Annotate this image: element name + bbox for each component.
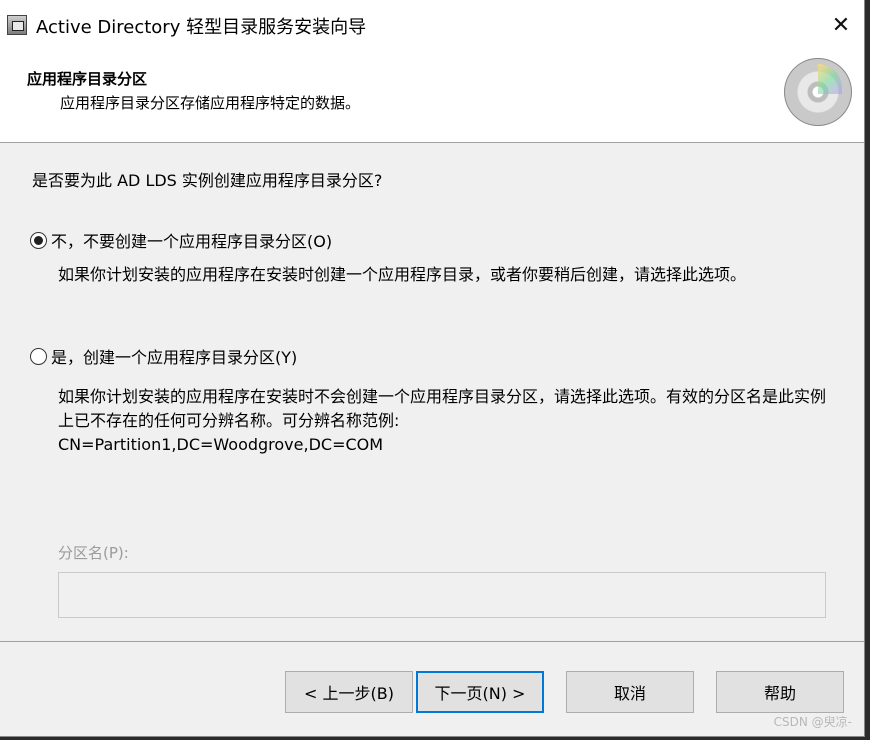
example-dn: CN=Partition1,DC=Woodgrove,DC=COM: [58, 435, 384, 454]
next-button[interactable]: 下一页(N) >: [416, 671, 544, 713]
back-button[interactable]: < 上一步(B): [285, 671, 413, 713]
radio-button-unchecked-icon[interactable]: [30, 347, 47, 365]
page-subtitle: 应用程序目录分区存储应用程序特定的数据。: [60, 94, 361, 112]
radio-button-checked-icon[interactable]: [30, 231, 47, 249]
close-button[interactable]: ✕: [818, 0, 864, 50]
radio-create-partition[interactable]: 是，创建一个应用程序目录分区(Y): [30, 344, 297, 368]
partition-name-label: 分区名(P):: [58, 544, 129, 562]
radio-no-partition-label[interactable]: 不，不要创建一个应用程序目录分区(O): [51, 228, 332, 252]
radio-no-partition[interactable]: 不，不要创建一个应用程序目录分区(O): [30, 228, 332, 252]
wizard-window: Active Directory 轻型目录服务安装向导 ✕ 应用程序目录分区 应…: [0, 0, 865, 737]
radio-create-partition-label[interactable]: 是，创建一个应用程序目录分区(Y): [51, 344, 297, 368]
partition-name-input[interactable]: [58, 572, 826, 618]
cancel-button[interactable]: 取消: [566, 671, 694, 713]
help-button[interactable]: 帮助: [716, 671, 844, 713]
wizard-header: 应用程序目录分区 应用程序目录分区存储应用程序特定的数据。: [0, 50, 864, 143]
close-icon: ✕: [831, 12, 851, 38]
app-window-icon: [7, 15, 27, 35]
watermark-text: CSDN @臾凉-: [773, 715, 852, 729]
page-title: 应用程序目录分区: [27, 70, 148, 88]
option-no-description: 如果你计划安装的应用程序在安装时创建一个应用程序目录，或者你要稍后创建，请选择此…: [58, 265, 747, 284]
option-yes-description-text: 如果你计划安装的应用程序在安装时不会创建一个应用程序目录分区，请选择此选项。有效…: [58, 387, 827, 430]
option-yes-description: 如果你计划安装的应用程序在安装时不会创建一个应用程序目录分区，请选择此选项。有效…: [58, 385, 828, 457]
question-text: 是否要为此 AD LDS 实例创建应用程序目录分区?: [32, 171, 383, 190]
window-title: Active Directory 轻型目录服务安装向导: [36, 17, 367, 38]
footer-divider: [0, 641, 864, 642]
title-bar: Active Directory 轻型目录服务安装向导 ✕: [0, 0, 864, 50]
cd-disc-icon: [784, 58, 852, 126]
